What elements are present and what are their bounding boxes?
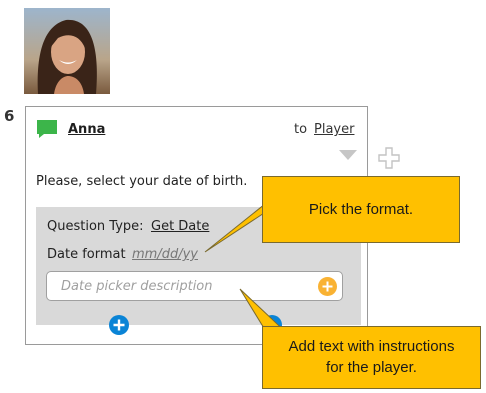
date-format-label: Date format <box>47 247 126 262</box>
callout-add-instructions: Add text with instructions for the playe… <box>262 326 481 389</box>
callout-instructions-line1: Add text with instructions <box>288 338 455 356</box>
question-type-label: Question Type: <box>47 219 144 234</box>
recipient-name[interactable]: Player <box>314 122 354 137</box>
speech-bubble-icon <box>37 120 57 138</box>
step-number: 6 <box>4 107 15 125</box>
avatar <box>24 8 110 94</box>
date-format-value[interactable]: mm/dd/yy <box>132 247 198 262</box>
add-step-left-button[interactable] <box>109 315 129 335</box>
to-label: to <box>294 122 308 137</box>
triangle-down-icon[interactable] <box>339 150 357 162</box>
message-text[interactable]: Please, select your date of birth. <box>36 174 247 189</box>
speaker-name[interactable]: Anna <box>68 122 105 137</box>
callout-instructions-line2: for the player. <box>326 358 417 376</box>
date-picker-description-input[interactable] <box>46 271 343 301</box>
callout-pick-format-text: Pick the format. <box>308 201 414 218</box>
callout-pick-format: Pick the format. <box>262 176 460 243</box>
plus-outline-icon[interactable] <box>378 147 400 169</box>
avatar-image <box>24 8 110 94</box>
question-type-value[interactable]: Get Date <box>151 219 209 234</box>
plus-circle-icon[interactable] <box>318 277 337 296</box>
